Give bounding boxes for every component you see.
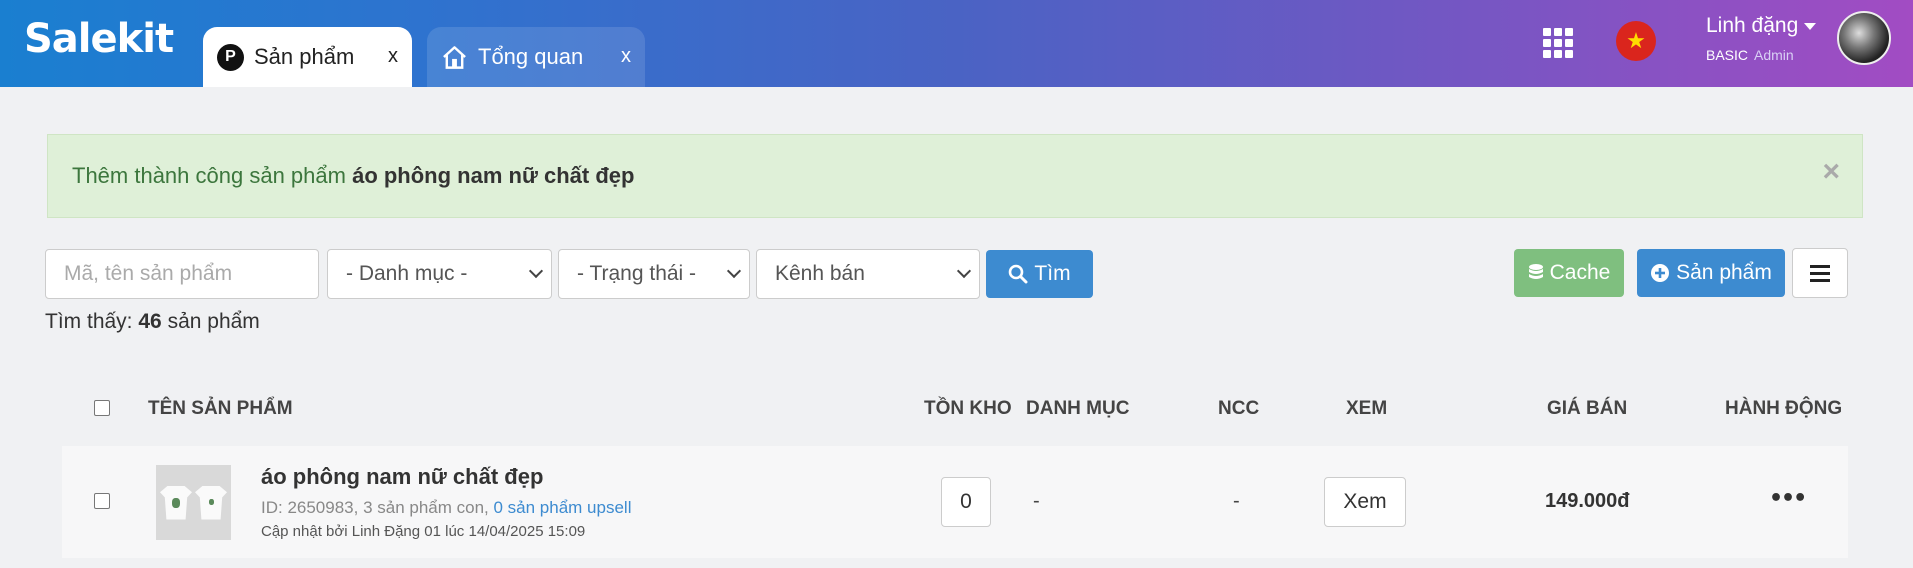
plan-label: BASIC	[1706, 47, 1749, 63]
th-name[interactable]: TÊN SẢN PHẨM	[148, 398, 293, 420]
row-checkbox[interactable]	[94, 493, 110, 509]
th-supplier: NCC	[1218, 398, 1260, 419]
tab-close-button[interactable]: x	[388, 45, 398, 68]
select-all-checkbox[interactable]	[94, 400, 110, 416]
chevron-down-icon	[956, 263, 972, 279]
category-select[interactable]: - Danh mục -	[327, 249, 552, 299]
user-name: Linh đặng	[1706, 14, 1799, 37]
apps-grid-icon[interactable]	[1543, 28, 1575, 58]
tab-label: Tổng quan	[478, 44, 584, 69]
chevron-down-icon	[726, 263, 742, 279]
product-meta: ID: 2650983, 3 sản phẩm con, 0 sản phẩm …	[261, 498, 632, 517]
vietnam-flag-icon[interactable]: ★	[1616, 21, 1656, 61]
tab-close-button[interactable]: x	[621, 45, 631, 68]
salekit-logo[interactable]: Salekit	[24, 16, 174, 62]
caret-down-icon	[1804, 22, 1817, 30]
supplier-cell: -	[1233, 490, 1240, 512]
tab-tong-quan[interactable]: Tổng quan x	[427, 27, 645, 87]
user-plan: BASIC Admin	[1706, 47, 1794, 63]
tab-san-pham[interactable]: P Sản phẩm x	[203, 27, 412, 87]
chevron-down-icon	[528, 263, 544, 279]
product-thumbnail[interactable]	[156, 465, 231, 540]
th-stock[interactable]: TỒN KHO	[924, 398, 1012, 420]
result-count-value: 46	[138, 310, 162, 333]
th-price[interactable]: GIÁ BÁN	[1547, 398, 1627, 420]
product-updated: Cập nhật bởi Linh Đặng 01 lúc 14/04/2025…	[261, 523, 586, 540]
th-action: HÀNH ĐỘNG	[1725, 398, 1843, 419]
tab-label: Sản phẩm	[254, 44, 355, 69]
th-category: DANH MỤC	[1026, 398, 1130, 419]
role-label: Admin	[1754, 47, 1794, 63]
channel-select[interactable]: Kênh bán	[756, 249, 980, 299]
success-alert: Thêm thành công sản phẩm áo phông nam nữ…	[47, 134, 1863, 218]
top-header: Salekit P Sản phẩm x Tổng quan x ★ Linh …	[0, 0, 1913, 87]
alert-product-name: áo phông nam nữ chất đẹp	[352, 163, 635, 188]
product-icon: P	[217, 43, 244, 71]
view-button[interactable]: Xem	[1324, 477, 1406, 527]
status-select[interactable]: - Trạng thái -	[558, 249, 750, 299]
search-icon	[1009, 264, 1028, 284]
cache-button[interactable]: Cache	[1514, 249, 1624, 297]
more-actions-icon[interactable]: •••	[1769, 486, 1807, 511]
result-count: Tìm thấy: 46 sản phẩm	[45, 310, 260, 333]
add-product-button[interactable]: Sản phẩm	[1637, 249, 1785, 297]
alert-close-button[interactable]: ×	[1822, 155, 1840, 189]
alert-message: Thêm thành công sản phẩm áo phông nam nữ…	[72, 163, 635, 188]
product-name-link[interactable]: áo phông nam nữ chất đẹp	[261, 464, 543, 490]
hamburger-menu-button[interactable]	[1792, 248, 1848, 298]
search-button[interactable]: Tìm	[986, 250, 1093, 298]
price-cell: 149.000đ	[1545, 490, 1630, 512]
plus-circle-icon	[1651, 264, 1670, 282]
search-input[interactable]: Mã, tên sản phẩm	[45, 249, 319, 299]
database-icon	[1528, 264, 1543, 279]
avatar[interactable]	[1837, 11, 1891, 65]
category-cell: -	[1033, 490, 1040, 512]
th-view: XEM	[1346, 398, 1388, 419]
user-menu[interactable]: Linh đặng	[1706, 14, 1817, 38]
upsell-link[interactable]: 0 sản phẩm upsell	[494, 498, 632, 517]
stock-input[interactable]: 0	[941, 477, 991, 527]
home-icon	[441, 44, 468, 71]
